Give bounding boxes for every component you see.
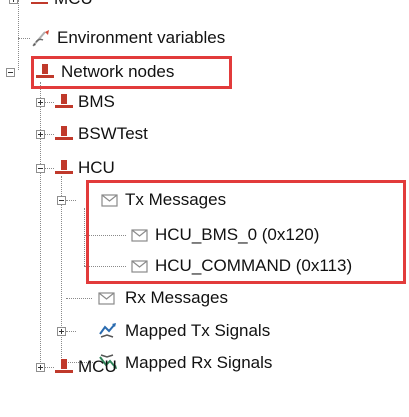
network-node-icon bbox=[54, 92, 74, 112]
collapse-tx-messages-toggle[interactable] bbox=[57, 196, 66, 205]
tree-line bbox=[84, 208, 85, 266]
network-node-icon bbox=[54, 357, 74, 377]
tree-view: MCU Environment variables Network nodes … bbox=[0, 0, 409, 417]
envelope-icon bbox=[100, 190, 120, 210]
expand-bswtest-toggle[interactable] bbox=[36, 130, 45, 139]
tree-line bbox=[66, 298, 92, 299]
tree-line bbox=[84, 235, 126, 236]
tree-line bbox=[44, 134, 54, 135]
mapped-tx-signals-icon bbox=[97, 320, 117, 340]
tree-node-hcu-bms-0-label[interactable]: HCU_BMS_0 (0x120) bbox=[155, 225, 319, 245]
tree-node-bswtest-label[interactable]: BSWTest bbox=[78, 124, 148, 144]
tree-line bbox=[44, 168, 54, 169]
tree-node-environment-variables-label[interactable]: Environment variables bbox=[57, 28, 225, 48]
collapse-network-nodes-toggle[interactable] bbox=[6, 68, 15, 77]
tree-node-hcu-command-label[interactable]: HCU_COMMAND (0x113) bbox=[155, 256, 352, 276]
tree-node-mcu-label[interactable]: MCU bbox=[78, 357, 117, 377]
tree-line bbox=[84, 266, 126, 267]
expand-mcu-toggle[interactable] bbox=[36, 363, 45, 372]
network-node-icon bbox=[54, 158, 74, 178]
envelope-icon bbox=[130, 225, 150, 245]
tree-line bbox=[44, 367, 54, 368]
envelope-icon bbox=[130, 256, 150, 276]
tree-node-mcu-top-label[interactable]: MCU bbox=[54, 0, 93, 9]
tree-node-hcu-label[interactable]: HCU bbox=[78, 158, 115, 178]
tree-line bbox=[18, 0, 19, 70]
pencil-icon bbox=[30, 28, 50, 48]
tree-node-tx-messages-label[interactable]: Tx Messages bbox=[125, 190, 226, 210]
tree-line bbox=[66, 200, 76, 201]
tree-line bbox=[66, 331, 76, 332]
network-node-icon bbox=[54, 124, 74, 144]
tree-line bbox=[40, 82, 41, 368]
tree-node-mapped-rx-signals-label[interactable]: Mapped Rx Signals bbox=[125, 353, 272, 373]
tree-line bbox=[18, 38, 30, 39]
collapse-hcu-toggle[interactable] bbox=[36, 164, 45, 173]
tree-line bbox=[44, 102, 54, 103]
expand-mcu-top-toggle[interactable] bbox=[9, 0, 18, 4]
tree-node-rx-messages-label[interactable]: Rx Messages bbox=[125, 288, 228, 308]
network-node-icon bbox=[35, 62, 55, 82]
tree-node-bms-label[interactable]: BMS bbox=[78, 92, 115, 112]
envelope-icon bbox=[97, 288, 117, 308]
tree-node-network-nodes-label[interactable]: Network nodes bbox=[61, 62, 174, 82]
tree-node-mapped-tx-signals-label[interactable]: Mapped Tx Signals bbox=[125, 321, 270, 341]
expand-bms-toggle[interactable] bbox=[36, 98, 45, 107]
expand-mapped-tx-signals-toggle[interactable] bbox=[57, 327, 66, 336]
network-node-icon bbox=[29, 0, 49, 8]
